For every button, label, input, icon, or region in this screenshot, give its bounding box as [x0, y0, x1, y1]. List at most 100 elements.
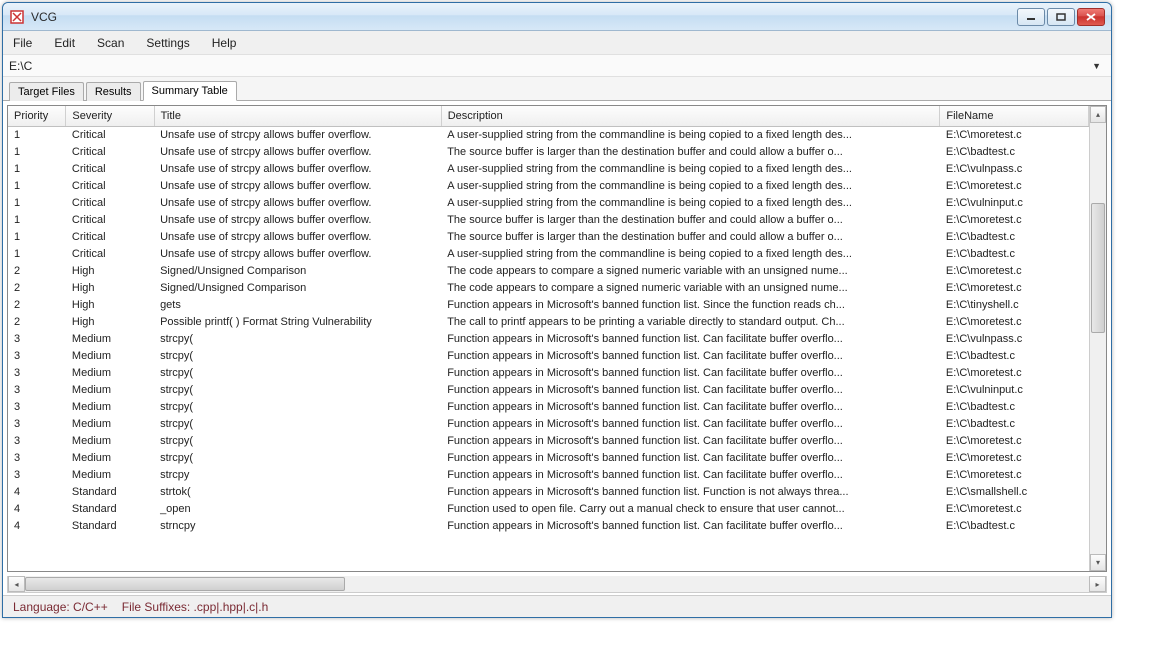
- close-button[interactable]: [1077, 8, 1105, 26]
- cell-filename: E:\C\vulnpass.c: [940, 330, 1089, 347]
- table-row[interactable]: 1CriticalUnsafe use of strcpy allows buf…: [8, 194, 1089, 211]
- table-row[interactable]: 3Mediumstrcpy(Function appears in Micros…: [8, 381, 1089, 398]
- table-row[interactable]: 4Standard_openFunction used to open file…: [8, 500, 1089, 517]
- table-row[interactable]: 1CriticalUnsafe use of strcpy allows buf…: [8, 126, 1089, 143]
- table-row[interactable]: 3Mediumstrcpy(Function appears in Micros…: [8, 398, 1089, 415]
- cell-priority: 1: [8, 211, 66, 228]
- table-row[interactable]: 2HighSigned/Unsigned ComparisonThe code …: [8, 262, 1089, 279]
- table-row[interactable]: 3Mediumstrcpy(Function appears in Micros…: [8, 432, 1089, 449]
- table-row[interactable]: 1CriticalUnsafe use of strcpy allows buf…: [8, 228, 1089, 245]
- cell-filename: E:\C\smallshell.c: [940, 483, 1089, 500]
- cell-title: strcpy(: [154, 398, 441, 415]
- titlebar[interactable]: VCG: [3, 3, 1111, 31]
- table-row[interactable]: 4StandardstrncpyFunction appears in Micr…: [8, 517, 1089, 534]
- tab-row: Target Files Results Summary Table: [3, 77, 1111, 101]
- table-row[interactable]: 4Standardstrtok(Function appears in Micr…: [8, 483, 1089, 500]
- cell-severity: Medium: [66, 432, 154, 449]
- cell-priority: 1: [8, 143, 66, 160]
- cell-description: Function used to open file. Carry out a …: [441, 500, 940, 517]
- cell-filename: E:\C\moretest.c: [940, 432, 1089, 449]
- window: VCG File Edit Scan Settings Help E:\C ▼ …: [2, 2, 1112, 618]
- cell-severity: Medium: [66, 449, 154, 466]
- cell-severity: Medium: [66, 330, 154, 347]
- cell-severity: Medium: [66, 364, 154, 381]
- table-row[interactable]: 2HighSigned/Unsigned ComparisonThe code …: [8, 279, 1089, 296]
- cell-filename: E:\C\badtest.c: [940, 347, 1089, 364]
- table-row[interactable]: 3Mediumstrcpy(Function appears in Micros…: [8, 347, 1089, 364]
- table-row[interactable]: 2HighPossible printf( ) Format String Vu…: [8, 313, 1089, 330]
- tab-results[interactable]: Results: [86, 82, 141, 101]
- table-row[interactable]: 1CriticalUnsafe use of strcpy allows buf…: [8, 143, 1089, 160]
- maximize-button[interactable]: [1047, 8, 1075, 26]
- cell-priority: 3: [8, 466, 66, 483]
- menubar: File Edit Scan Settings Help: [3, 31, 1111, 55]
- menu-scan[interactable]: Scan: [97, 36, 124, 50]
- minimize-button[interactable]: [1017, 8, 1045, 26]
- cell-title: strcpy(: [154, 347, 441, 364]
- horizontal-scrollbar[interactable]: ◂ ▸: [7, 576, 1107, 593]
- cell-title: Signed/Unsigned Comparison: [154, 279, 441, 296]
- cell-priority: 3: [8, 432, 66, 449]
- table-row[interactable]: 2High getsFunction appears in Microsoft'…: [8, 296, 1089, 313]
- cell-severity: Standard: [66, 517, 154, 534]
- menu-edit[interactable]: Edit: [54, 36, 75, 50]
- cell-filename: E:\C\vulnpass.c: [940, 160, 1089, 177]
- column-header-severity[interactable]: Severity: [66, 106, 154, 126]
- table-row[interactable]: 3Mediumstrcpy(Function appears in Micros…: [8, 330, 1089, 347]
- table-row[interactable]: 3MediumstrcpyFunction appears in Microso…: [8, 466, 1089, 483]
- cell-priority: 3: [8, 347, 66, 364]
- cell-filename: E:\C\badtest.c: [940, 398, 1089, 415]
- cell-filename: E:\C\badtest.c: [940, 143, 1089, 160]
- hscroll-thumb[interactable]: [25, 577, 345, 591]
- table-row[interactable]: 1CriticalUnsafe use of strcpy allows buf…: [8, 177, 1089, 194]
- scroll-left-button[interactable]: ◂: [8, 576, 25, 592]
- cell-severity: Standard: [66, 483, 154, 500]
- cell-title: Unsafe use of strcpy allows buffer overf…: [154, 245, 441, 262]
- column-header-title[interactable]: Title: [154, 106, 441, 126]
- column-header-priority[interactable]: Priority: [8, 106, 66, 126]
- statusbar: Language: C/C++ File Suffixes: .cpp|.hpp…: [3, 595, 1111, 617]
- path-combobox[interactable]: E:\C ▼: [3, 55, 1111, 77]
- scroll-down-button[interactable]: ▾: [1090, 554, 1106, 571]
- menu-settings[interactable]: Settings: [146, 36, 189, 50]
- cell-priority: 1: [8, 177, 66, 194]
- chevron-down-icon[interactable]: ▼: [1088, 61, 1105, 71]
- scroll-thumb[interactable]: [1091, 203, 1105, 333]
- cell-description: The code appears to compare a signed num…: [441, 279, 940, 296]
- hscroll-track[interactable]: [25, 576, 1089, 592]
- table-row[interactable]: 3Mediumstrcpy(Function appears in Micros…: [8, 364, 1089, 381]
- tab-summary-table[interactable]: Summary Table: [143, 81, 237, 101]
- cell-severity: Medium: [66, 398, 154, 415]
- cell-priority: 1: [8, 245, 66, 262]
- cell-title: strcpy(: [154, 449, 441, 466]
- cell-description: A user-supplied string from the commandl…: [441, 177, 940, 194]
- cell-priority: 2: [8, 296, 66, 313]
- table-row[interactable]: 1CriticalUnsafe use of strcpy allows buf…: [8, 160, 1089, 177]
- column-header-filename[interactable]: FileName: [940, 106, 1089, 126]
- cell-title: Unsafe use of strcpy allows buffer overf…: [154, 194, 441, 211]
- cell-priority: 3: [8, 415, 66, 432]
- cell-title: strcpy(: [154, 381, 441, 398]
- cell-description: A user-supplied string from the commandl…: [441, 194, 940, 211]
- table-row[interactable]: 1CriticalUnsafe use of strcpy allows buf…: [8, 245, 1089, 262]
- scroll-right-button[interactable]: ▸: [1089, 576, 1106, 592]
- cell-title: Unsafe use of strcpy allows buffer overf…: [154, 177, 441, 194]
- tab-target-files[interactable]: Target Files: [9, 82, 84, 101]
- cell-priority: 3: [8, 330, 66, 347]
- cell-filename: E:\C\moretest.c: [940, 177, 1089, 194]
- menu-help[interactable]: Help: [212, 36, 237, 50]
- vertical-scrollbar[interactable]: ▴ ▾: [1089, 106, 1106, 571]
- table-row[interactable]: 1CriticalUnsafe use of strcpy allows buf…: [8, 211, 1089, 228]
- menu-file[interactable]: File: [13, 36, 32, 50]
- cell-title: strcpy(: [154, 432, 441, 449]
- cell-description: Function appears in Microsoft's banned f…: [441, 330, 940, 347]
- cell-filename: E:\C\badtest.c: [940, 228, 1089, 245]
- cell-description: Function appears in Microsoft's banned f…: [441, 483, 940, 500]
- scroll-track[interactable]: [1090, 123, 1106, 554]
- table-row[interactable]: 3Mediumstrcpy(Function appears in Micros…: [8, 449, 1089, 466]
- scroll-up-button[interactable]: ▴: [1090, 106, 1106, 123]
- cell-priority: 4: [8, 517, 66, 534]
- column-header-description[interactable]: Description: [441, 106, 940, 126]
- cell-severity: Critical: [66, 126, 154, 143]
- table-row[interactable]: 3Mediumstrcpy(Function appears in Micros…: [8, 415, 1089, 432]
